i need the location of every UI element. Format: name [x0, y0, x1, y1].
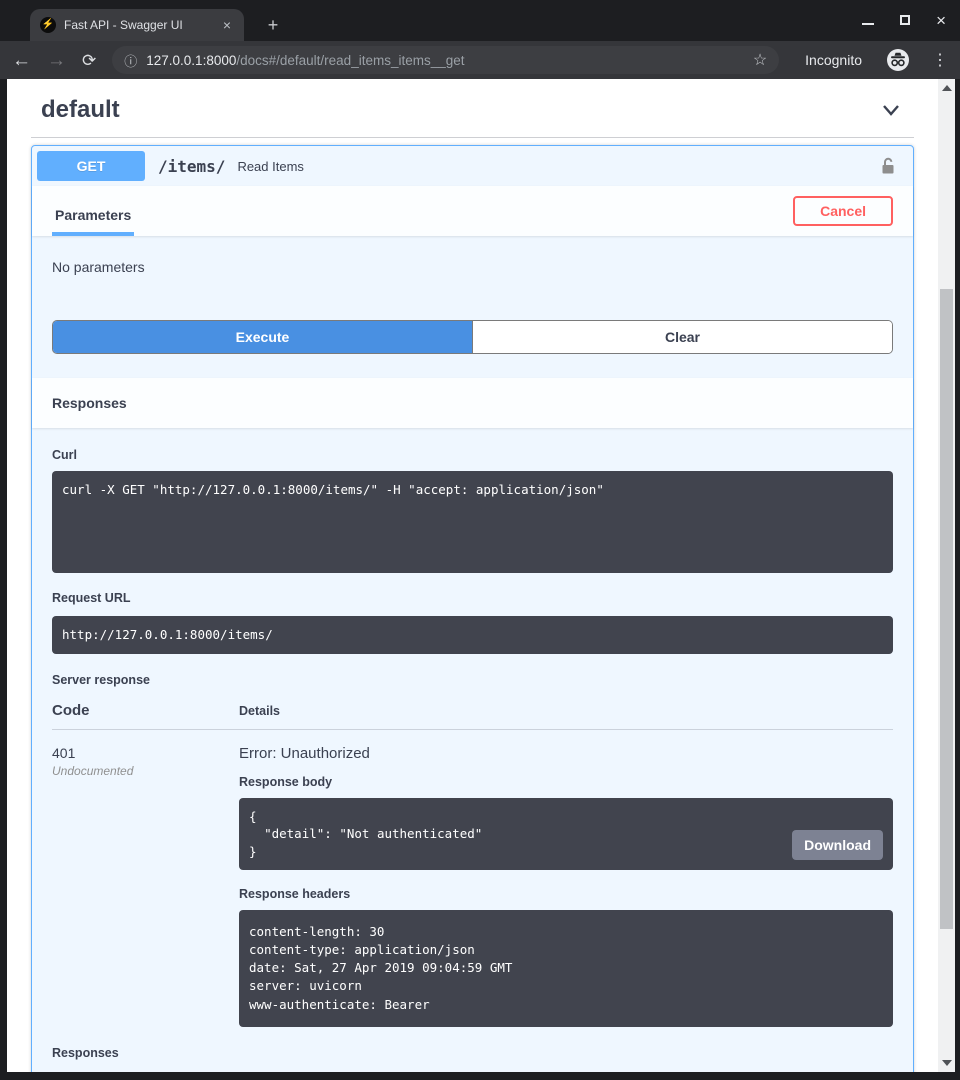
- swagger-page: default GET /items/ Read Items: [7, 79, 955, 1072]
- clear-button[interactable]: Clear: [472, 321, 892, 353]
- undocumented-note: Undocumented: [52, 764, 239, 778]
- incognito-label: Incognito: [805, 52, 862, 68]
- execute-row: Execute Clear: [32, 295, 913, 378]
- window-controls: ×: [862, 10, 946, 30]
- authorize-lock-button[interactable]: [878, 156, 898, 176]
- opblock-get-items: GET /items/ Read Items Parameters Cance: [31, 145, 914, 1072]
- code-column-header: Code: [52, 702, 239, 719]
- maximize-button[interactable]: [900, 15, 910, 25]
- forward-icon[interactable]: →: [47, 51, 66, 70]
- fastapi-favicon-icon: ⚡: [40, 17, 56, 33]
- server-response-table-header: Code Details: [52, 687, 893, 730]
- execute-button[interactable]: Execute: [53, 321, 472, 353]
- server-response-row: 401 Undocumented Error: Unauthorized Res…: [52, 730, 893, 1027]
- site-info-icon[interactable]: ⓘ: [124, 51, 137, 70]
- curl-label: Curl: [52, 448, 893, 462]
- response-code: 401: [52, 745, 239, 761]
- scroll-down-icon[interactable]: [938, 1056, 955, 1070]
- scrollbar-thumb[interactable]: [940, 289, 953, 929]
- responses-header: Responses: [32, 378, 913, 428]
- response-body-json: { "detail": "Not authenticated" }: [249, 809, 482, 859]
- reload-icon[interactable]: ⟳: [82, 51, 96, 70]
- tab-bar: ⚡ Fast API - Swagger UI × + ×: [0, 0, 960, 41]
- error-title: Error: Unauthorized: [239, 745, 893, 762]
- cancel-button[interactable]: Cancel: [793, 196, 893, 226]
- window-close-button[interactable]: ×: [936, 12, 946, 29]
- page-title: default: [41, 96, 120, 124]
- response-body-block: { "detail": "Not authenticated" } Downloa…: [239, 798, 893, 871]
- server-response-label: Server response: [52, 673, 893, 687]
- opblock-summary[interactable]: GET /items/ Read Items: [32, 146, 913, 186]
- details-column-header: Details: [239, 704, 280, 718]
- endpoint-path: /items/: [158, 157, 225, 176]
- http-method-badge: GET: [37, 151, 145, 181]
- bookmark-star-icon[interactable]: ☆: [753, 50, 767, 70]
- browser-toolbar: ← → ⟳ ⓘ 127.0.0.1:8000/docs#/default/rea…: [0, 41, 960, 79]
- new-tab-button[interactable]: +: [260, 13, 286, 37]
- url-host: 127.0.0.1:8000: [146, 53, 236, 68]
- address-bar[interactable]: ⓘ 127.0.0.1:8000/docs#/default/read_item…: [112, 46, 779, 74]
- request-url-label: Request URL: [52, 591, 893, 605]
- scroll-up-icon[interactable]: [938, 81, 955, 95]
- response-headers-label: Response headers: [239, 887, 893, 901]
- curl-command-block[interactable]: curl -X GET "http://127.0.0.1:8000/items…: [52, 471, 893, 573]
- response-body-label: Response body: [239, 775, 893, 789]
- parameters-header: Parameters Cancel: [32, 186, 913, 236]
- url-path: /docs#/default/read_items_items__get: [236, 53, 464, 68]
- page-content: default GET /items/ Read Items: [7, 79, 938, 1072]
- chevron-down-icon[interactable]: [880, 99, 902, 121]
- response-headers-block: content-length: 30 content-type: applica…: [239, 910, 893, 1027]
- browser-window: ⚡ Fast API - Swagger UI × + × ← → ⟳ ⓘ 12…: [0, 0, 960, 1080]
- responses-body: Curl curl -X GET "http://127.0.0.1:8000/…: [32, 428, 913, 1072]
- request-url-block: http://127.0.0.1:8000/items/: [52, 616, 893, 654]
- tab-close-icon[interactable]: ×: [220, 17, 234, 33]
- url-text: 127.0.0.1:8000/docs#/default/read_items_…: [146, 53, 744, 68]
- no-parameters-text: No parameters: [52, 259, 145, 275]
- browser-menu-icon[interactable]: ⋮: [932, 50, 948, 70]
- default-section-header[interactable]: default: [31, 79, 914, 138]
- endpoint-summary: Read Items: [237, 159, 303, 174]
- page-scrollbar[interactable]: [938, 79, 955, 1072]
- parameters-body: No parameters: [32, 236, 913, 295]
- tab-parameters[interactable]: Parameters: [52, 207, 134, 236]
- back-icon[interactable]: ←: [12, 51, 31, 70]
- download-button[interactable]: Download: [792, 830, 883, 860]
- minimize-button[interactable]: [862, 23, 874, 25]
- responses-table-header: Code Description Links: [52, 1060, 893, 1072]
- unlocked-padlock-icon: [878, 156, 898, 176]
- responses-table-label: Responses: [52, 1046, 893, 1060]
- incognito-icon: [886, 48, 910, 72]
- tab-title: Fast API - Swagger UI: [64, 18, 212, 32]
- browser-tab[interactable]: ⚡ Fast API - Swagger UI ×: [30, 9, 244, 41]
- responses-header-label: Responses: [52, 395, 127, 411]
